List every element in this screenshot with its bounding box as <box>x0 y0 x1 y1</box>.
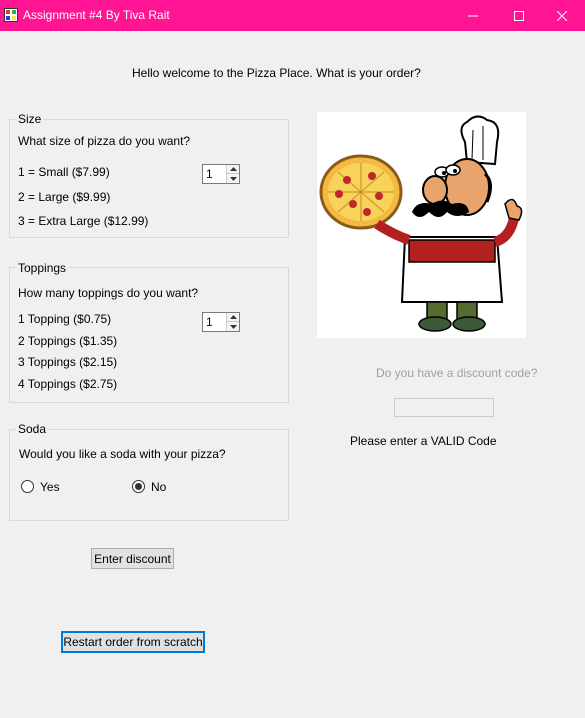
minimize-icon <box>468 15 478 16</box>
minimize-button[interactable] <box>450 0 496 31</box>
size-spinner[interactable]: 1 <box>202 164 240 184</box>
caret-up-icon <box>229 315 237 319</box>
size-spinner-up-button[interactable] <box>227 165 239 174</box>
maximize-button[interactable] <box>496 0 542 31</box>
caret-up-icon <box>229 167 237 171</box>
toppings-spinner[interactable]: 1 <box>202 312 240 332</box>
size-spinner-value[interactable]: 1 <box>206 167 213 181</box>
soda-no-radio[interactable] <box>132 480 145 493</box>
toppings-option-4: 4 Toppings ($2.75) <box>18 377 118 391</box>
pizza-chef-image <box>317 112 526 338</box>
discount-code-input[interactable] <box>394 398 494 417</box>
close-button[interactable] <box>539 0 585 31</box>
toppings-spinner-up-button[interactable] <box>227 313 239 322</box>
toppings-option-2: 2 Toppings ($1.35) <box>18 334 118 348</box>
discount-message: Please enter a VALID Code <box>350 434 497 448</box>
toppings-legend: Toppings <box>16 261 69 275</box>
toppings-question: How many toppings do you want? <box>18 286 199 300</box>
soda-yes-label[interactable]: Yes <box>40 480 60 494</box>
window-title: Assignment #4 By Tiva Rait <box>23 8 170 22</box>
app-icon <box>4 8 18 22</box>
size-option-extra-large: 3 = Extra Large ($12.99) <box>18 214 149 228</box>
close-icon <box>557 10 567 21</box>
soda-yes-radio[interactable] <box>21 480 34 493</box>
soda-question: Would you like a soda with your pizza? <box>19 447 226 461</box>
size-option-large: 2 = Large ($9.99) <box>18 190 111 204</box>
restart-order-button[interactable]: Restart order from scratch <box>61 631 205 653</box>
size-legend: Size <box>16 112 44 126</box>
toppings-option-1: 1 Topping ($0.75) <box>18 312 112 326</box>
restart-order-label: Restart order from scratch <box>63 635 203 649</box>
welcome-label: Hello welcome to the Pizza Place. What i… <box>132 66 421 80</box>
soda-legend: Soda <box>16 422 49 436</box>
title-bar: Assignment #4 By Tiva Rait <box>0 0 585 31</box>
enter-discount-button[interactable]: Enter discount <box>91 548 174 569</box>
caret-down-icon <box>229 324 237 329</box>
size-spinner-down-button[interactable] <box>227 174 239 183</box>
enter-discount-label: Enter discount <box>94 551 171 566</box>
pizza-chef-illustration <box>319 115 523 332</box>
size-question: What size of pizza do you want? <box>18 134 191 148</box>
size-option-small: 1 = Small ($7.99) <box>18 165 110 179</box>
soda-no-label[interactable]: No <box>151 480 166 494</box>
discount-prompt: Do you have a discount code? <box>376 366 538 380</box>
toppings-spinner-down-button[interactable] <box>227 322 239 331</box>
caret-down-icon <box>229 176 237 181</box>
toppings-spinner-value[interactable]: 1 <box>206 315 213 329</box>
maximize-icon <box>514 10 524 21</box>
soda-group <box>9 429 289 521</box>
toppings-option-3: 3 Toppings ($2.15) <box>18 355 118 369</box>
